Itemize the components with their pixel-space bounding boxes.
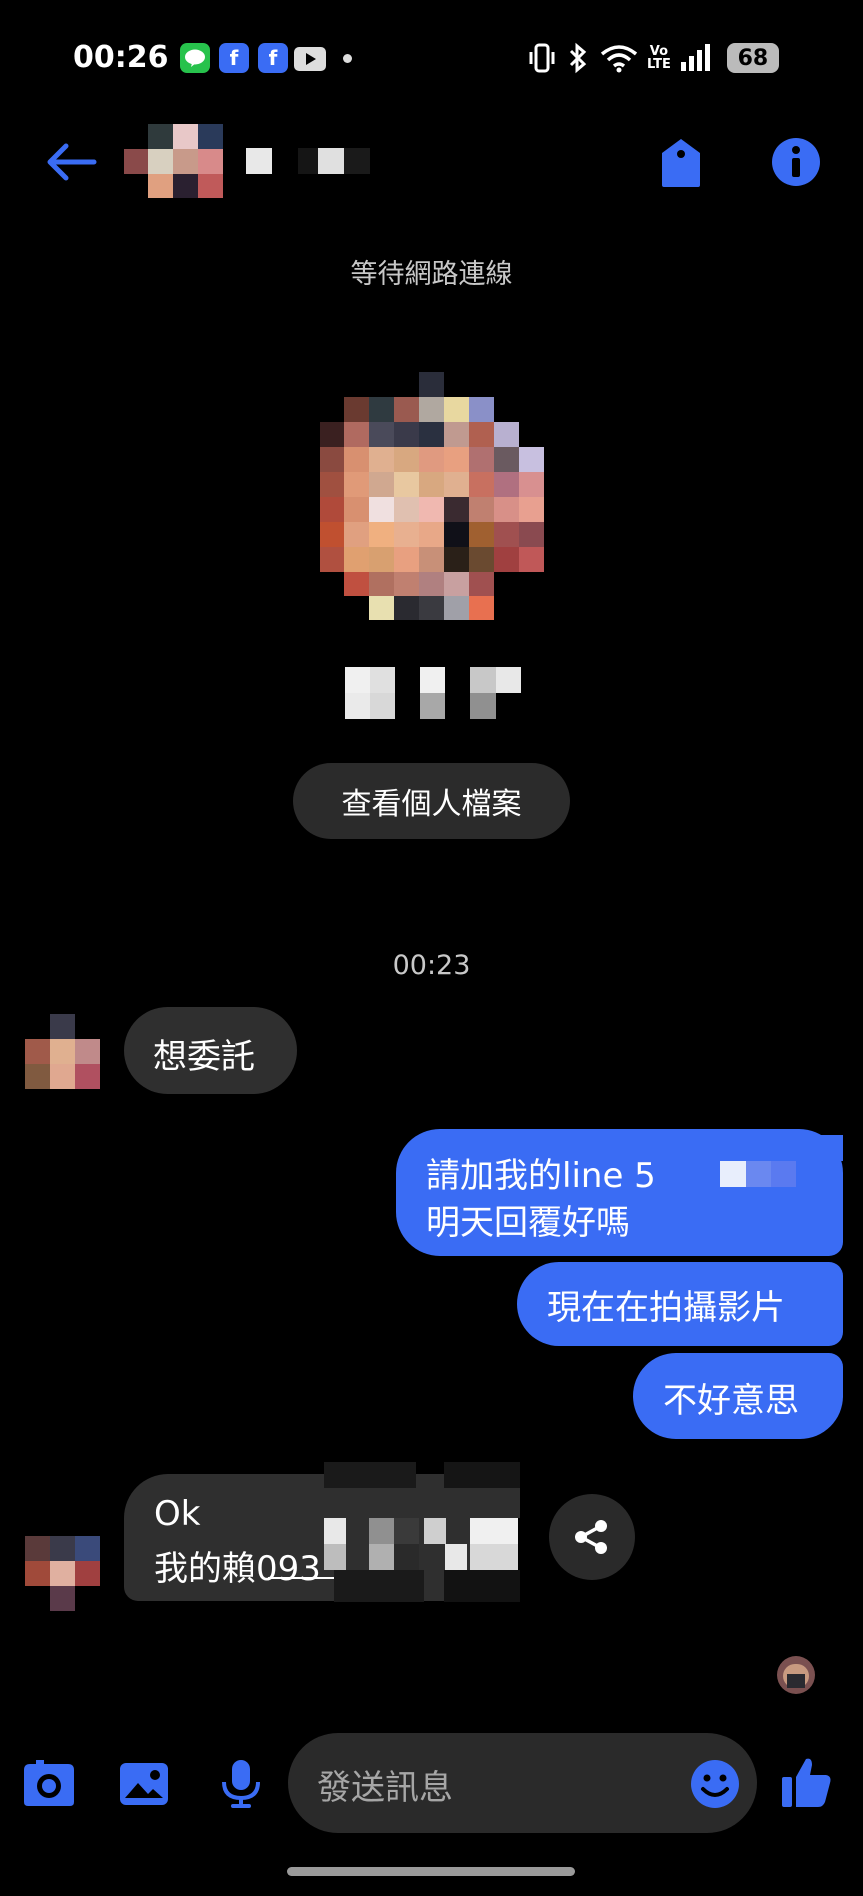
read-receipt-avatar — [777, 1656, 815, 1694]
camera-button[interactable] — [22, 1758, 76, 1812]
message-timestamp: 00:23 — [392, 950, 471, 981]
bluetooth-icon — [569, 42, 587, 74]
contact-name[interactable] — [246, 148, 370, 174]
info-icon — [772, 138, 820, 186]
youtube-icon — [294, 47, 326, 71]
facebook-icon: f — [219, 43, 249, 73]
thumbs-up-icon — [782, 1758, 831, 1807]
facebook-icon: f — [258, 43, 288, 73]
emoji-icon — [691, 1760, 739, 1808]
info-button[interactable] — [771, 137, 821, 191]
signal-icon — [680, 44, 710, 71]
home-indicator — [287, 1867, 575, 1876]
message-text: 想委託 — [153, 1037, 255, 1077]
message-text: 請加我的line 5 — [426, 1156, 656, 1196]
contact-avatar[interactable] — [124, 124, 224, 198]
notification-dot — [343, 54, 352, 63]
message-text: 現在在拍攝影片 — [547, 1288, 785, 1328]
message-input-placeholder: 發送訊息 — [317, 1768, 453, 1808]
like-button[interactable] — [780, 1755, 832, 1813]
sender-avatar[interactable] — [25, 1536, 100, 1611]
wifi-icon — [600, 45, 638, 73]
voice-button[interactable] — [220, 1758, 262, 1814]
redaction-block — [324, 1462, 520, 1610]
redaction-block — [660, 1135, 843, 1205]
line-icon — [180, 43, 210, 73]
profile-name — [345, 667, 521, 719]
volte-icon: Vo LTE — [647, 44, 671, 72]
microphone-icon — [222, 1760, 260, 1808]
emoji-button[interactable] — [690, 1759, 740, 1813]
share-button[interactable] — [549, 1494, 635, 1580]
connection-status: 等待網路連線 — [350, 259, 513, 290]
profile-avatar[interactable] — [320, 372, 544, 620]
message-text: 不好意思 — [663, 1381, 799, 1421]
message-text: 我的賴093 — [154, 1549, 321, 1589]
message-text: 明天回覆好嗎 — [426, 1203, 630, 1243]
tag-icon — [662, 139, 700, 187]
status-time: 00:26 — [73, 40, 169, 75]
gallery-button[interactable] — [119, 1762, 169, 1810]
back-button[interactable] — [44, 140, 98, 188]
view-profile-button[interactable]: 查看個人檔案 — [293, 763, 570, 839]
status-icons: Vo LTE 68 — [527, 40, 779, 76]
message-text: Ok — [154, 1494, 201, 1534]
incoming-message[interactable]: 想委託 — [124, 1007, 297, 1094]
vibrate-icon — [529, 43, 555, 73]
share-icon — [575, 1520, 607, 1554]
outgoing-message[interactable]: 不好意思 — [633, 1353, 843, 1439]
battery-indicator: 68 — [726, 43, 779, 73]
sender-avatar[interactable] — [25, 1014, 100, 1089]
image-icon — [120, 1763, 168, 1805]
camera-icon — [24, 1760, 74, 1806]
outgoing-message[interactable]: 現在在拍攝影片 — [517, 1262, 843, 1346]
tag-button[interactable] — [660, 137, 702, 193]
arrow-left-icon — [47, 143, 97, 181]
